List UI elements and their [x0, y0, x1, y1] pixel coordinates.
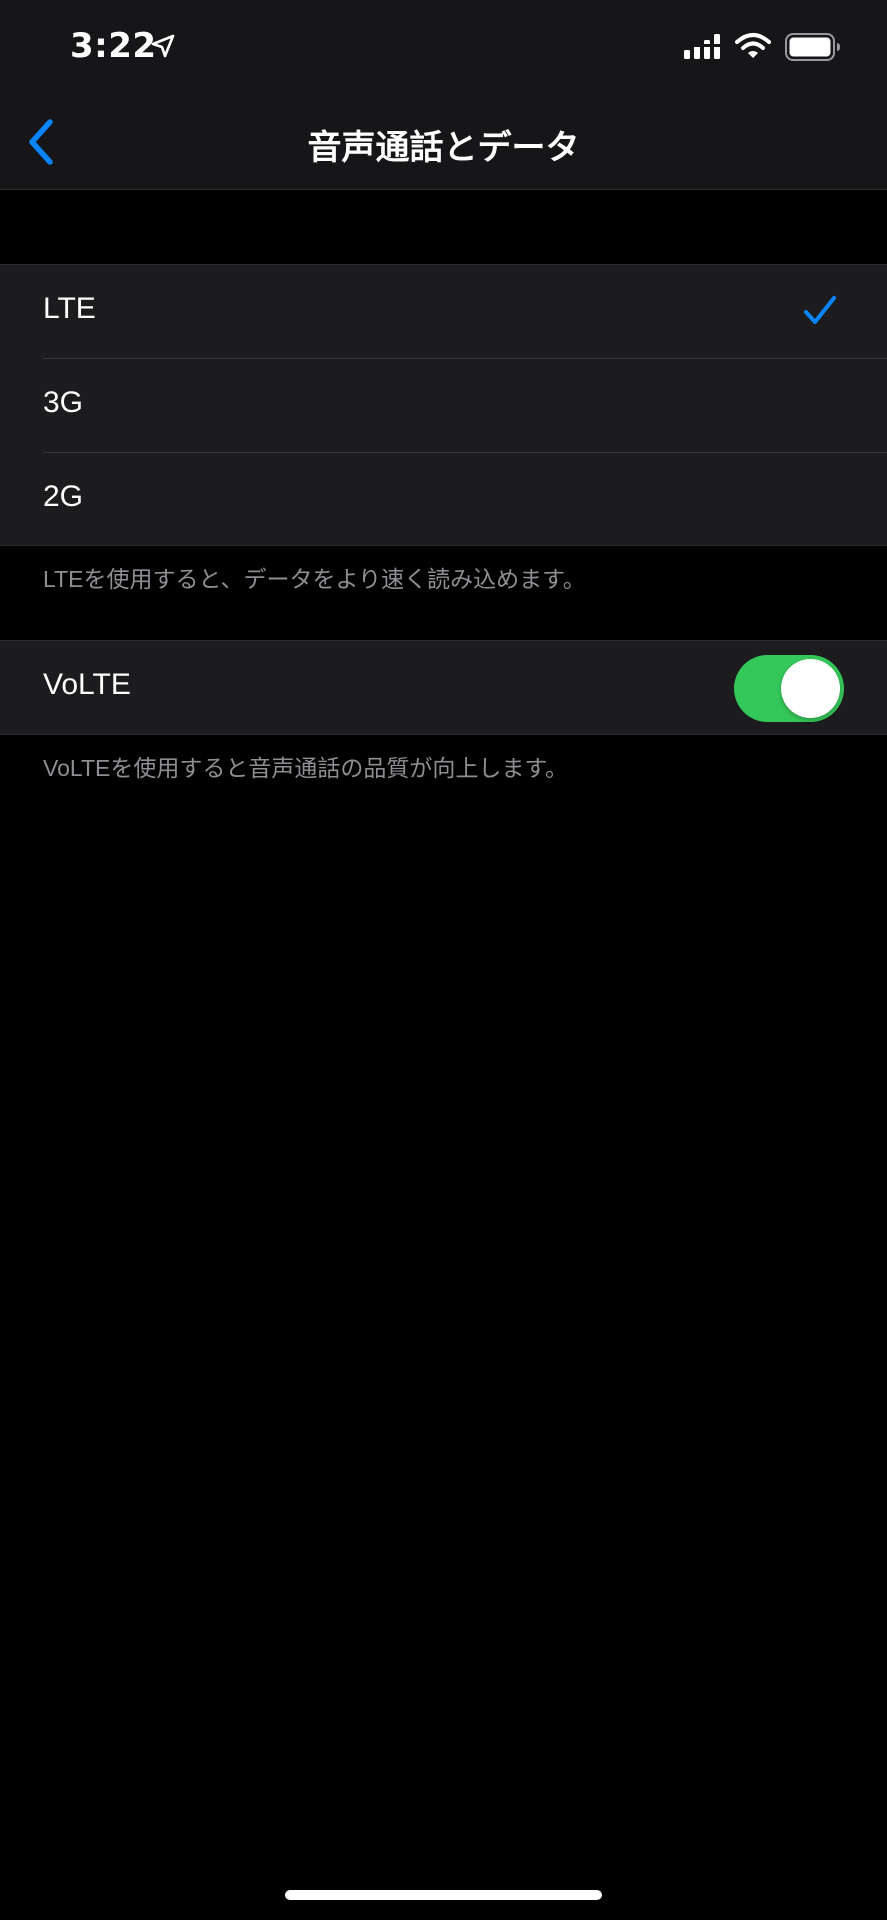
location-arrow-icon	[151, 34, 175, 58]
home-indicator[interactable]	[285, 1890, 602, 1900]
page-title: 音声通話とデータ	[307, 128, 580, 168]
volte-footer-note: VoLTEを使用すると音声通話の品質が向上します。	[43, 755, 569, 781]
status-time: 3:22	[70, 26, 157, 66]
option-label: 2G	[43, 480, 84, 513]
volte-label: VoLTE	[43, 668, 131, 701]
volte-group: VoLTE	[0, 640, 887, 735]
status-bar: 3:22	[0, 0, 887, 96]
volte-toggle[interactable]	[734, 655, 844, 722]
option-2g[interactable]: 2G	[0, 453, 887, 547]
wifi-icon	[735, 33, 771, 58]
option-3g[interactable]: 3G	[0, 359, 887, 453]
network-footer-note: LTEを使用すると、データをより速く読み込めます。	[43, 566, 586, 592]
battery-icon	[785, 33, 840, 61]
screen: 3:22 音声通話とデータ LTE 3G 2G LTEを使用すると、データをより…	[0, 0, 887, 1920]
cellular-signal-icon	[684, 34, 720, 59]
checkmark-icon	[804, 296, 836, 324]
option-lte[interactable]: LTE	[0, 265, 887, 359]
nav-bar: 音声通話とデータ	[0, 96, 887, 190]
toggle-knob	[781, 659, 840, 718]
network-options-group: LTE 3G 2G	[0, 264, 887, 546]
option-label: LTE	[43, 292, 96, 325]
option-label: 3G	[43, 386, 84, 419]
volte-row: VoLTE	[0, 641, 887, 735]
